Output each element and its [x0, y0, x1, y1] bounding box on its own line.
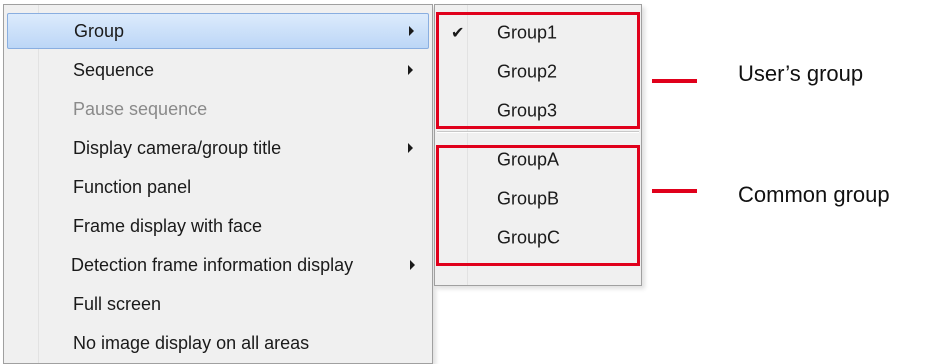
users-group-highlight-box [436, 12, 640, 129]
menu-item-label: Frame display with face [73, 215, 263, 236]
context-menu: Group Sequence Pause sequence Display ca… [3, 4, 433, 364]
menu-item-label: Group [74, 20, 125, 41]
chevron-right-icon [409, 26, 414, 36]
menu-item-label: Sequence [73, 59, 155, 80]
menu-item-frame-display-face[interactable]: Frame display with face [7, 208, 429, 244]
menu-item-sequence[interactable]: Sequence [7, 52, 429, 88]
users-group-caption: User’s group [738, 61, 864, 86]
menu-item-display-title[interactable]: Display camera/group title [7, 130, 429, 166]
menu-item-label: Full screen [73, 293, 162, 314]
menu-item-label: Pause sequence [73, 98, 208, 119]
menu-item-function-panel[interactable]: Function panel [7, 169, 429, 205]
menu-item-no-image-display[interactable]: No image display on all areas [7, 325, 429, 361]
menu-item-group[interactable]: Group [7, 13, 429, 49]
menu-item-full-screen[interactable]: Full screen [7, 286, 429, 322]
submenu-separator [437, 131, 639, 133]
menu-item-label: Detection frame information display [71, 254, 354, 275]
chevron-right-icon [410, 260, 415, 270]
chevron-right-icon [408, 65, 413, 75]
users-group-callout-line [652, 79, 697, 83]
common-group-caption: Common group [738, 182, 890, 207]
menu-item-label: Function panel [73, 176, 192, 197]
common-group-callout-line [652, 189, 697, 193]
common-group-highlight-box [436, 145, 640, 266]
menu-item-pause-sequence: Pause sequence [7, 91, 429, 127]
menu-item-detection-frame-info[interactable]: Detection frame information display [7, 247, 429, 283]
menu-item-label: Display camera/group title [73, 137, 282, 158]
chevron-right-icon [408, 143, 413, 153]
menu-item-label: No image display on all areas [73, 332, 310, 353]
